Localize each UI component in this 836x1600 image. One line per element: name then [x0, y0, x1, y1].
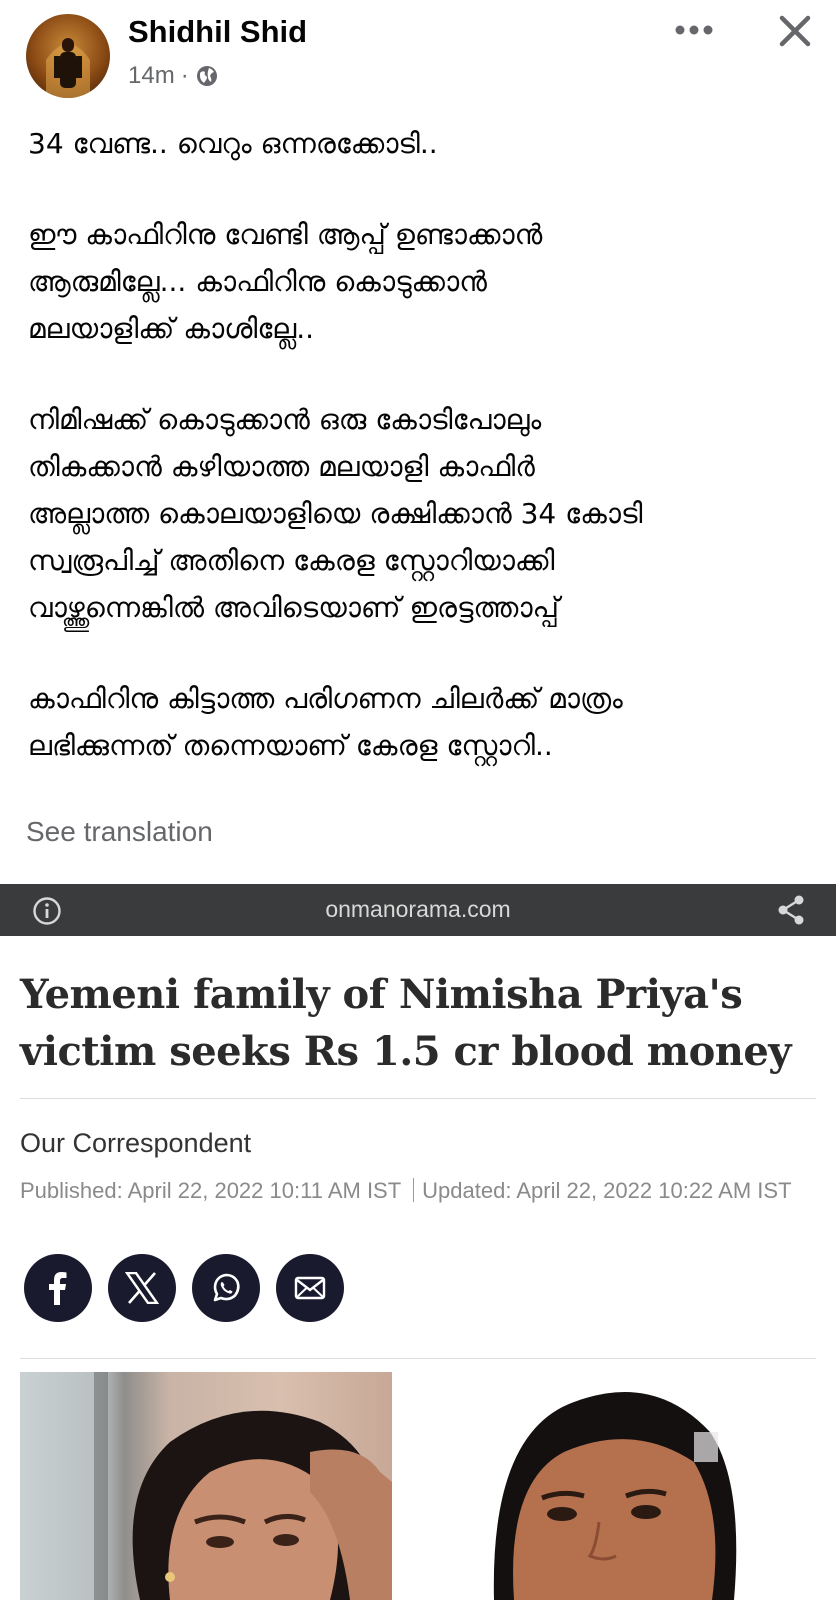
date-separator: [413, 1178, 415, 1202]
photo-woman-right: [493, 1392, 737, 1600]
article-photos[interactable]: [20, 1372, 818, 1600]
post-meta: 14m ·: [128, 62, 219, 90]
facebook-icon: [49, 1272, 67, 1305]
see-translation-link[interactable]: See translation: [26, 816, 213, 848]
close-icon: [779, 15, 811, 47]
post-paragraph: 34 വേണ്ട.. വെറും ഒന്നരക്കോടി..: [28, 127, 438, 160]
post-paragraph: ഈ കാഫിറിനു വേണ്ടി ആപ്പ് ഉണ്ടാക്കാൻ ആരുമി…: [28, 218, 543, 345]
link-domain[interactable]: onmanorama.com: [0, 896, 836, 923]
mail-share-button[interactable]: [276, 1254, 344, 1322]
x-share-button[interactable]: [108, 1254, 176, 1322]
article-dates: Published: April 22, 2022 10:11 AM IST Up…: [20, 1172, 810, 1210]
photo-woman-left: [94, 1372, 392, 1600]
meta-separator: ·: [180, 62, 189, 89]
published-date: Published: April 22, 2022 10:11 AM IST: [20, 1178, 402, 1203]
shared-link-bar: onmanorama.com: [0, 884, 836, 936]
post-header: Shidhil Shid 14m ·: [0, 0, 836, 110]
article-byline: Our Correspondent: [20, 1128, 252, 1158]
article-headline[interactable]: Yemeni family of Nimisha Priya's victim …: [20, 966, 820, 1080]
whatsapp-icon: [213, 1273, 240, 1302]
article-photo-left: [20, 1372, 392, 1600]
article-photo-right: [392, 1372, 818, 1600]
post-time[interactable]: 14m: [128, 62, 175, 90]
whatsapp-share-button[interactable]: [192, 1254, 260, 1322]
globe-icon: [196, 66, 217, 86]
post-paragraph: കാഫിറിനു കിട്ടാത്ത പരിഗണന ചിലർക്ക് മാത്ര…: [28, 682, 623, 762]
author-name[interactable]: Shidhil Shid: [128, 14, 307, 50]
close-button[interactable]: [774, 10, 816, 52]
post-paragraph: നിമിഷക്ക് കൊടുക്കാൻ ഒരു കോടിപോലും തികക്ക…: [28, 403, 643, 624]
article-preview[interactable]: Yemeni family of Nimisha Priya's victim …: [0, 936, 836, 1600]
updated-date: Updated: April 22, 2022 10:22 AM IST: [422, 1178, 792, 1203]
article-share-row: [24, 1254, 344, 1322]
x-icon: [125, 1272, 159, 1304]
share-icon[interactable]: [776, 894, 806, 926]
avatar-image: [46, 38, 90, 98]
divider: [20, 1098, 816, 1099]
post-text: 34 വേണ്ട.. വെറും ഒന്നരക്കോടി.. ഈ കാഫിറിന…: [28, 120, 818, 813]
avatar[interactable]: [26, 14, 110, 98]
divider: [20, 1358, 816, 1359]
more-dots-icon: [675, 25, 713, 35]
facebook-share-button[interactable]: [24, 1254, 92, 1322]
more-options-button[interactable]: [670, 16, 718, 44]
mail-icon: [294, 1276, 326, 1300]
